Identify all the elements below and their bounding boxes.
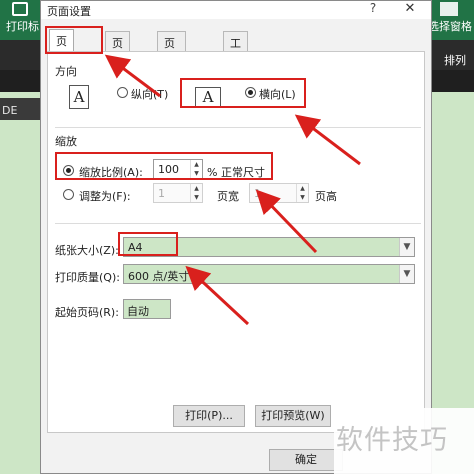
separator bbox=[55, 223, 421, 224]
fit-to-radio[interactable] bbox=[63, 189, 74, 200]
print-quality-value[interactable]: 600 点/英寸 bbox=[128, 268, 189, 284]
print-titles-button[interactable]: 打印标 bbox=[6, 18, 39, 34]
ok-button[interactable]: 确定 bbox=[269, 449, 343, 471]
first-page-label: 起始页码(R): bbox=[55, 306, 119, 319]
selection-pane-button[interactable]: 选择窗格 bbox=[428, 18, 472, 34]
pages-tall-label: 页高 bbox=[315, 190, 337, 203]
pages-tall-spinner[interactable]: 1 ▲ ▼ bbox=[249, 183, 309, 203]
first-page-input[interactable]: 自动 bbox=[123, 299, 171, 319]
orientation-label: 方向 bbox=[55, 65, 77, 78]
print-quality-select[interactable]: 600 点/英寸 ▼ bbox=[123, 264, 415, 284]
print-quality-label: 打印质量(Q): bbox=[55, 271, 120, 284]
dialog-titlebar: 页面设置 ? ✕ bbox=[41, 1, 431, 19]
tab-margins[interactable]: 页边距 bbox=[105, 31, 130, 82]
portrait-page-icon: A bbox=[69, 85, 89, 109]
dialog-title: 页面设置 bbox=[47, 5, 91, 18]
page-setup-dialog: 页面设置 ? ✕ 页面 页边距 页眉/页脚 工作表 方向 A 纵向(T) A 横… bbox=[40, 0, 432, 474]
close-icon[interactable]: ✕ bbox=[401, 1, 419, 17]
print-preview-button[interactable]: 打印预览(W) bbox=[255, 405, 331, 427]
chevron-down-icon[interactable]: ▼ bbox=[399, 238, 414, 256]
scaling-label: 缩放 bbox=[55, 135, 77, 148]
selection-pane-icon bbox=[440, 2, 458, 16]
portrait-label[interactable]: 纵向(T) bbox=[131, 86, 168, 102]
spinner-arrows-icon[interactable]: ▲ ▼ bbox=[190, 184, 202, 202]
highlight-paper-size bbox=[118, 232, 178, 256]
highlight-page-tab bbox=[45, 26, 103, 54]
column-header-label: DE bbox=[2, 104, 18, 117]
help-icon[interactable]: ? bbox=[365, 1, 381, 17]
spinner-arrows-icon[interactable]: ▲ ▼ bbox=[296, 184, 308, 202]
portrait-radio[interactable] bbox=[117, 87, 128, 98]
highlight-landscape bbox=[180, 78, 306, 108]
paper-size-label: 纸张大小(Z): bbox=[55, 244, 119, 257]
pages-wide-label: 页宽 bbox=[217, 190, 239, 203]
arrange-group-label: 排列 bbox=[444, 54, 466, 67]
pages-tall-value[interactable]: 1 bbox=[254, 187, 261, 200]
pages-wide-spinner[interactable]: 1 ▲ ▼ bbox=[153, 183, 203, 203]
watermark: 软件技巧 bbox=[336, 425, 448, 456]
print-button[interactable]: 打印(P)... bbox=[173, 405, 245, 427]
chevron-down-icon[interactable]: ▼ bbox=[399, 265, 414, 283]
print-titles-icon bbox=[12, 2, 28, 16]
separator bbox=[55, 127, 421, 128]
first-page-value[interactable]: 自动 bbox=[127, 303, 149, 319]
highlight-scale bbox=[55, 152, 273, 180]
tab-sheet[interactable]: 工作表 bbox=[223, 31, 248, 82]
fit-to-label[interactable]: 调整为(F): bbox=[79, 188, 131, 204]
pages-wide-value[interactable]: 1 bbox=[158, 187, 165, 200]
tab-header-footer[interactable]: 页眉/页脚 bbox=[157, 31, 186, 98]
